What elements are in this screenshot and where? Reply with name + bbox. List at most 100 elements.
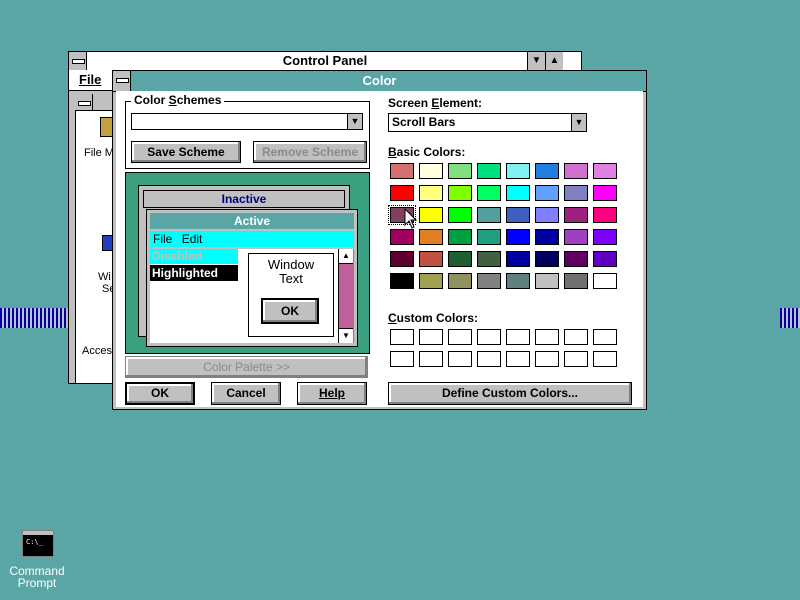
screen-element-dropdown[interactable]: Scroll Bars ▼ bbox=[388, 113, 587, 132]
basic-color-swatch[interactable] bbox=[477, 163, 501, 179]
basic-color-swatch[interactable] bbox=[564, 185, 588, 201]
menu-file[interactable]: File bbox=[79, 72, 101, 87]
basic-color-swatch[interactable] bbox=[593, 207, 617, 223]
basic-color-swatch[interactable] bbox=[448, 185, 472, 201]
color-schemes-dropdown[interactable]: ▼ bbox=[131, 113, 363, 130]
color-palette-label: Color Palette >> bbox=[203, 360, 290, 374]
basic-color-swatch[interactable] bbox=[506, 229, 530, 245]
basic-color-swatch[interactable] bbox=[390, 163, 414, 179]
basic-color-swatch[interactable] bbox=[564, 163, 588, 179]
define-custom-colors-label: Define Custom Colors... bbox=[441, 386, 578, 400]
remove-scheme-button[interactable]: Remove Scheme bbox=[253, 141, 367, 163]
custom-color-swatch[interactable] bbox=[448, 329, 472, 345]
custom-color-swatch[interactable] bbox=[564, 351, 588, 367]
custom-color-swatch[interactable] bbox=[506, 329, 530, 345]
custom-color-swatch[interactable] bbox=[419, 329, 443, 345]
basic-color-swatch[interactable] bbox=[448, 273, 472, 289]
control-panel-maximize-button[interactable]: ▲ bbox=[545, 52, 563, 70]
basic-color-swatch[interactable] bbox=[390, 185, 414, 201]
basic-color-swatch[interactable] bbox=[593, 251, 617, 267]
command-prompt-label[interactable]: Command Prompt bbox=[2, 565, 72, 589]
basic-color-swatch[interactable] bbox=[535, 163, 559, 179]
custom-color-swatch[interactable] bbox=[593, 329, 617, 345]
basic-color-swatch[interactable] bbox=[506, 251, 530, 267]
define-custom-colors-button[interactable]: Define Custom Colors... bbox=[388, 382, 632, 405]
basic-color-swatch[interactable] bbox=[535, 207, 559, 223]
control-panel-content: File M Wi Se Acces bbox=[75, 94, 117, 384]
control-panel-system-menu-button[interactable] bbox=[69, 52, 87, 70]
basic-color-swatch[interactable] bbox=[535, 185, 559, 201]
basic-color-swatch[interactable] bbox=[564, 229, 588, 245]
basic-color-swatch[interactable] bbox=[593, 185, 617, 201]
control-panel-minimize-button[interactable]: ▼ bbox=[527, 52, 545, 70]
basic-color-swatch[interactable] bbox=[477, 185, 501, 201]
custom-color-swatch[interactable] bbox=[535, 351, 559, 367]
basic-color-swatch[interactable] bbox=[448, 163, 472, 179]
help-label: Help bbox=[318, 386, 345, 400]
preview-disabled-text: Disabled bbox=[152, 249, 203, 263]
basic-color-swatch[interactable] bbox=[535, 273, 559, 289]
control-panel-titlebar[interactable]: Control Panel bbox=[69, 52, 581, 71]
screen-element-label: Screen Element: bbox=[388, 96, 483, 110]
basic-color-swatch[interactable] bbox=[477, 251, 501, 267]
basic-color-swatch[interactable] bbox=[506, 273, 530, 289]
command-prompt-icon-bar bbox=[23, 531, 53, 535]
chevron-down-icon[interactable]: ▼ bbox=[571, 114, 586, 131]
color-dialog[interactable]: Color Color Schemes ▼ Save Scheme Remove… bbox=[112, 70, 647, 410]
color-palette-button[interactable]: Color Palette >> bbox=[125, 356, 368, 378]
basic-color-swatch[interactable] bbox=[593, 273, 617, 289]
preview-window-text: Window Text bbox=[267, 257, 315, 286]
custom-color-swatch[interactable] bbox=[535, 329, 559, 345]
basic-color-swatch[interactable] bbox=[477, 207, 501, 223]
basic-color-swatch[interactable] bbox=[593, 229, 617, 245]
preview-client-area: Disabled Highlighted Window Text OK ▲ ▼ bbox=[150, 249, 354, 343]
custom-color-swatch[interactable] bbox=[477, 329, 501, 345]
color-schemes-label: Color Schemes bbox=[131, 93, 225, 107]
basic-color-swatch[interactable] bbox=[477, 273, 501, 289]
basic-color-swatch[interactable] bbox=[419, 251, 443, 267]
preview-pane: Inactive Active File Edit Disabled Highl… bbox=[125, 172, 370, 354]
cancel-button[interactable]: Cancel bbox=[211, 382, 281, 405]
basic-color-swatch[interactable] bbox=[448, 251, 472, 267]
basic-color-swatch[interactable] bbox=[535, 229, 559, 245]
basic-color-swatch[interactable] bbox=[506, 207, 530, 223]
basic-color-swatch[interactable] bbox=[419, 163, 443, 179]
basic-color-swatch[interactable] bbox=[390, 229, 414, 245]
basic-color-swatch[interactable] bbox=[535, 251, 559, 267]
basic-color-swatch[interactable] bbox=[564, 251, 588, 267]
basic-color-swatch[interactable] bbox=[506, 185, 530, 201]
icon-label-windows-setup-1: Wi bbox=[98, 271, 111, 283]
save-scheme-button[interactable]: Save Scheme bbox=[131, 141, 241, 163]
custom-color-swatch[interactable] bbox=[390, 351, 414, 367]
basic-color-swatch[interactable] bbox=[506, 163, 530, 179]
basic-color-swatch[interactable] bbox=[448, 207, 472, 223]
basic-color-swatch[interactable] bbox=[419, 185, 443, 201]
basic-color-swatch[interactable] bbox=[448, 229, 472, 245]
custom-colors-grid bbox=[390, 329, 622, 373]
custom-color-swatch[interactable] bbox=[419, 351, 443, 367]
color-dialog-titlebar[interactable]: Color bbox=[113, 71, 646, 92]
icon-label-file-manager: File M bbox=[84, 147, 114, 159]
command-prompt-icon[interactable]: C:\_ bbox=[22, 530, 54, 557]
custom-color-swatch[interactable] bbox=[506, 351, 530, 367]
basic-color-swatch[interactable] bbox=[419, 273, 443, 289]
basic-color-swatch[interactable] bbox=[419, 229, 443, 245]
inner-window-system-menu-button[interactable] bbox=[75, 94, 93, 110]
custom-color-swatch[interactable] bbox=[564, 329, 588, 345]
color-dialog-title: Color bbox=[362, 73, 397, 88]
custom-color-swatch[interactable] bbox=[390, 329, 414, 345]
custom-color-swatch[interactable] bbox=[593, 351, 617, 367]
basic-color-swatch[interactable] bbox=[564, 207, 588, 223]
basic-color-swatch[interactable] bbox=[390, 251, 414, 267]
ok-button[interactable]: OK bbox=[125, 382, 195, 405]
chevron-down-icon[interactable]: ▼ bbox=[347, 114, 362, 129]
color-dialog-system-menu-button[interactable] bbox=[113, 71, 131, 91]
basic-color-swatch[interactable] bbox=[477, 229, 501, 245]
basic-color-swatch[interactable] bbox=[419, 207, 443, 223]
help-button[interactable]: Help bbox=[297, 382, 367, 405]
basic-color-swatch[interactable] bbox=[564, 273, 588, 289]
basic-color-swatch[interactable] bbox=[593, 163, 617, 179]
basic-color-swatch[interactable] bbox=[390, 273, 414, 289]
custom-color-swatch[interactable] bbox=[477, 351, 501, 367]
custom-color-swatch[interactable] bbox=[448, 351, 472, 367]
